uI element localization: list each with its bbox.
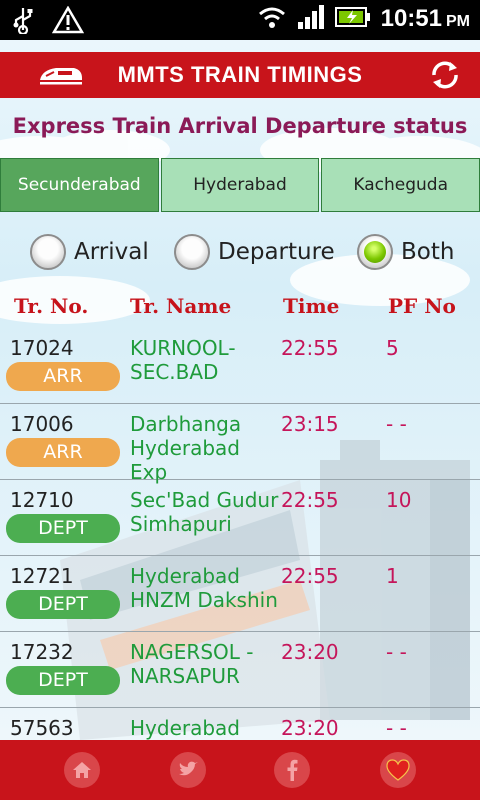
train-time: 23:15 <box>281 412 339 436</box>
wifi-icon <box>257 4 287 34</box>
train-time: 22:55 <box>281 488 339 512</box>
train-number: 12710 <box>10 488 74 512</box>
refresh-icon[interactable] <box>428 58 462 92</box>
train-time: 23:20 <box>281 716 339 740</box>
train-platform: 1 <box>386 564 399 588</box>
train-number: 17232 <box>10 640 74 664</box>
station-tabs: Secunderabad Hyderabad Kacheguda <box>0 158 480 212</box>
radio-unchecked-icon <box>174 234 210 270</box>
radio-both-label: Both <box>401 239 455 265</box>
app-title: MMTS TRAIN TIMINGS <box>117 62 363 87</box>
train-platform: - - <box>386 412 407 436</box>
train-platform: - - <box>386 640 407 664</box>
train-name: Sec'Bad Gudur Simhapuri <box>130 488 279 536</box>
radio-departure-label: Departure <box>218 239 335 265</box>
filter-radio-group: Arrival Departure Both <box>0 234 480 278</box>
train-row[interactable]: 17006 ARR Darbhanga Hyderabad Exp 23:15 … <box>0 404 480 484</box>
col-header-name: Tr. Name <box>130 294 232 318</box>
radio-departure[interactable]: Departure <box>174 234 335 270</box>
signal-icon <box>297 4 325 34</box>
status-badge: ARR <box>6 438 120 467</box>
train-number: 17024 <box>10 336 74 360</box>
radio-arrival-label: Arrival <box>74 239 149 265</box>
col-header-time: Time <box>283 294 340 318</box>
tab-hyderabad[interactable]: Hyderabad <box>160 158 320 212</box>
train-row[interactable]: 12721 DEPT Hyderabad HNZM Dakshin 22:55 … <box>0 556 480 632</box>
train-list: 17024 ARR KURNOOL-SEC.BAD 22:55 5 17006 … <box>0 328 480 740</box>
train-time: 22:55 <box>281 564 339 588</box>
col-header-pf: PF No <box>388 294 456 318</box>
train-row[interactable]: 17024 ARR KURNOOL-SEC.BAD 22:55 5 <box>0 328 480 404</box>
clock-time: 10:51 <box>380 5 442 32</box>
train-row[interactable]: 12710 DEPT Sec'Bad Gudur Simhapuri 22:55… <box>0 480 480 556</box>
train-name: Hyderabad <box>130 716 240 740</box>
status-bar: 10:51 PM <box>0 0 480 40</box>
train-platform: - - <box>386 716 407 740</box>
twitter-icon[interactable] <box>170 752 206 788</box>
table-header: Tr. No. Tr. Name Time PF No <box>0 294 480 322</box>
radio-unchecked-icon <box>30 234 66 270</box>
col-header-trno: Tr. No. <box>14 294 89 318</box>
app-header: MMTS TRAIN TIMINGS <box>0 52 480 98</box>
usb-icon <box>12 6 34 38</box>
train-name: KURNOOL-SEC.BAD <box>130 336 236 384</box>
status-badge: DEPT <box>6 514 120 543</box>
status-badge: DEPT <box>6 590 120 619</box>
facebook-icon[interactable] <box>274 752 310 788</box>
heart-icon[interactable] <box>380 752 416 788</box>
train-name: Darbhanga Hyderabad Exp <box>130 412 242 484</box>
status-badge: ARR <box>6 362 120 391</box>
battery-icon <box>334 5 371 33</box>
train-platform: 5 <box>386 336 399 360</box>
train-name: Hyderabad HNZM Dakshin <box>130 564 278 612</box>
tab-kacheguda[interactable]: Kacheguda <box>321 158 480 212</box>
clock-ampm: PM <box>446 13 470 30</box>
train-number: 57563 <box>10 716 74 740</box>
clock: 10:51 PM <box>381 5 470 33</box>
page-subtitle: Express Train Arrival Departure status <box>12 114 468 138</box>
warning-icon <box>51 5 85 38</box>
radio-both[interactable]: Both <box>357 234 454 270</box>
tab-secunderabad[interactable]: Secunderabad <box>0 158 159 212</box>
status-badge: DEPT <box>6 666 120 695</box>
train-time: 22:55 <box>281 336 339 360</box>
radio-checked-icon <box>357 234 393 270</box>
train-row[interactable]: 17232 DEPT NAGERSOL - NARSAPUR 23:20 - - <box>0 632 480 708</box>
train-row[interactable]: 57563 DEPT Hyderabad 23:20 - - <box>0 708 480 740</box>
home-icon[interactable] <box>64 752 100 788</box>
train-time: 23:20 <box>281 640 339 664</box>
footer-bar <box>0 740 480 800</box>
train-name: NAGERSOL - NARSAPUR <box>130 640 254 688</box>
train-number: 17006 <box>10 412 74 436</box>
train-number: 12721 <box>10 564 74 588</box>
train-platform: 10 <box>386 488 412 512</box>
radio-arrival[interactable]: Arrival <box>30 234 149 270</box>
